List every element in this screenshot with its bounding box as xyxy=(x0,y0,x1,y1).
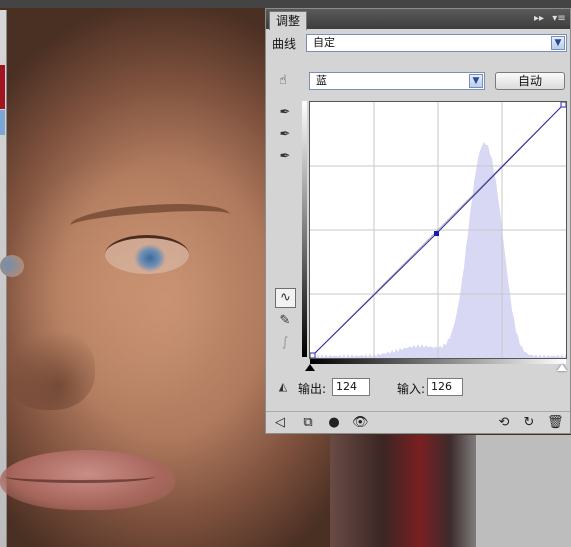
chevron-down-icon[interactable]: ▼ xyxy=(469,74,483,88)
panel-menu-icon[interactable]: ▾≡ xyxy=(552,12,566,26)
white-point-eyedropper-icon[interactable]: ✒ xyxy=(276,148,294,166)
workspace-gray xyxy=(476,435,571,547)
left-edge-red-swatch xyxy=(0,65,5,109)
panel-bottom-bar: ◁ ⧉ ● 👁 ⟲ ↻ 🗑 xyxy=(266,411,570,434)
on-image-adjust-icon[interactable]: ☝ xyxy=(274,72,292,90)
auto-button[interactable]: 自动 xyxy=(495,72,565,90)
pencil-icon[interactable]: ✎ xyxy=(276,312,294,330)
preset-value: 自定 xyxy=(313,36,335,49)
curve-control-point[interactable] xyxy=(433,231,439,237)
input-label: 输入: xyxy=(397,382,426,396)
face-nose xyxy=(5,330,95,410)
clipping-icon[interactable]: ◭ xyxy=(274,378,292,396)
curves-svg[interactable] xyxy=(310,102,566,358)
chevron-down-icon[interactable]: ▼ xyxy=(551,36,565,50)
left-edge-blue-swatch xyxy=(0,110,5,135)
output-label: 输出: xyxy=(298,382,327,396)
face-eye-left xyxy=(0,255,24,277)
tab-adjustments[interactable]: 调整 xyxy=(269,11,308,30)
face-eye xyxy=(105,235,189,274)
back-arrow-icon[interactable]: ◁ xyxy=(272,415,288,431)
left-panel-edge xyxy=(0,10,7,547)
preset-select[interactable]: 自定 ▼ xyxy=(306,34,567,52)
top-edge xyxy=(0,0,571,8)
output-gradient-bar xyxy=(302,101,307,357)
curve-endpoint-black[interactable] xyxy=(310,352,316,358)
face-lip-line xyxy=(5,470,155,483)
photo-background xyxy=(330,435,480,547)
clip-to-layer-icon[interactable]: ⧉ xyxy=(300,415,316,431)
visibility-toggle-icon[interactable]: ● xyxy=(326,415,342,431)
output-field[interactable]: 124 xyxy=(332,378,370,396)
reset-icon[interactable]: ↻ xyxy=(521,415,537,431)
black-point-eyedropper-icon[interactable]: ✒ xyxy=(276,104,294,122)
trash-icon[interactable]: 🗑 xyxy=(547,415,564,431)
white-input-slider[interactable] xyxy=(557,364,567,371)
collapse-icon[interactable]: ▸▸ xyxy=(532,12,546,26)
panel-tab-bar: 调整 ▸▸ ▾≡ xyxy=(266,9,570,30)
smooth-icon[interactable]: ∫ xyxy=(276,334,294,352)
preset-label: 曲线 xyxy=(272,37,297,51)
channel-select[interactable]: 蓝 ▼ xyxy=(309,72,485,90)
view-previous-icon[interactable]: ⟲ xyxy=(496,415,512,431)
curve-points-icon[interactable]: ∿ xyxy=(275,288,296,308)
gray-point-eyedropper-icon[interactable]: ✒ xyxy=(276,126,294,144)
curve-endpoint-white[interactable] xyxy=(560,102,566,108)
input-field[interactable]: 126 xyxy=(427,378,463,396)
input-gradient-bar xyxy=(310,359,566,364)
eye-icon[interactable]: 👁 xyxy=(352,415,369,431)
channel-value: 蓝 xyxy=(316,74,327,87)
curves-graph[interactable] xyxy=(309,101,567,359)
adjustments-panel: 调整 ▸▸ ▾≡ 曲线 自定 ▼ ☝ 蓝 ▼ 自动 ✒ ✒ ✒ ∿ ✎ ∫ ◭ … xyxy=(265,8,571,434)
black-input-slider[interactable] xyxy=(305,364,315,371)
